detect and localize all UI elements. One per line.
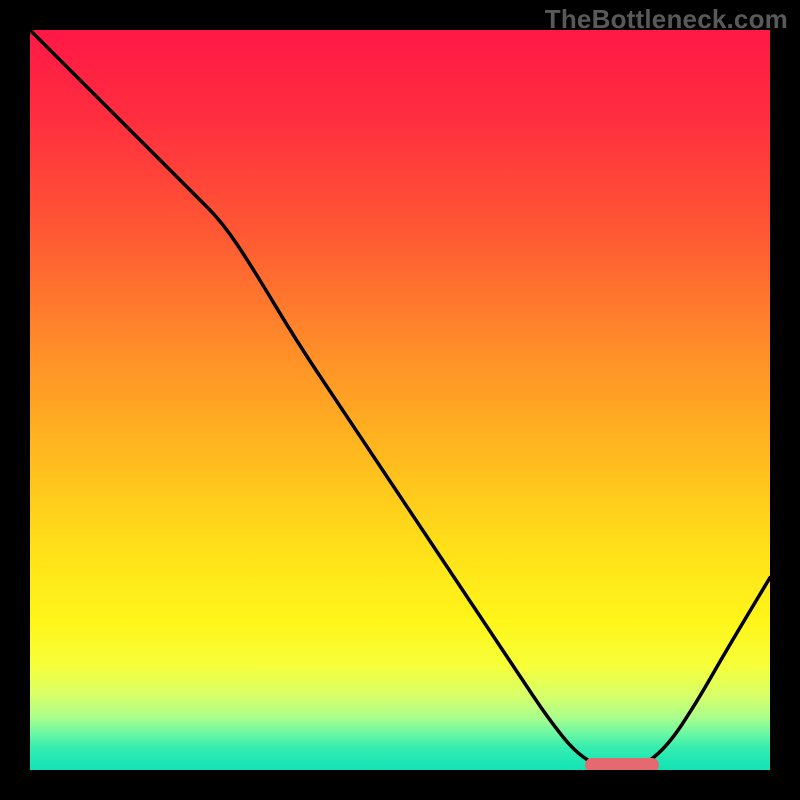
plot-area (30, 30, 770, 770)
chart-stage: TheBottleneck.com (0, 0, 800, 800)
background-gradient (30, 30, 770, 770)
